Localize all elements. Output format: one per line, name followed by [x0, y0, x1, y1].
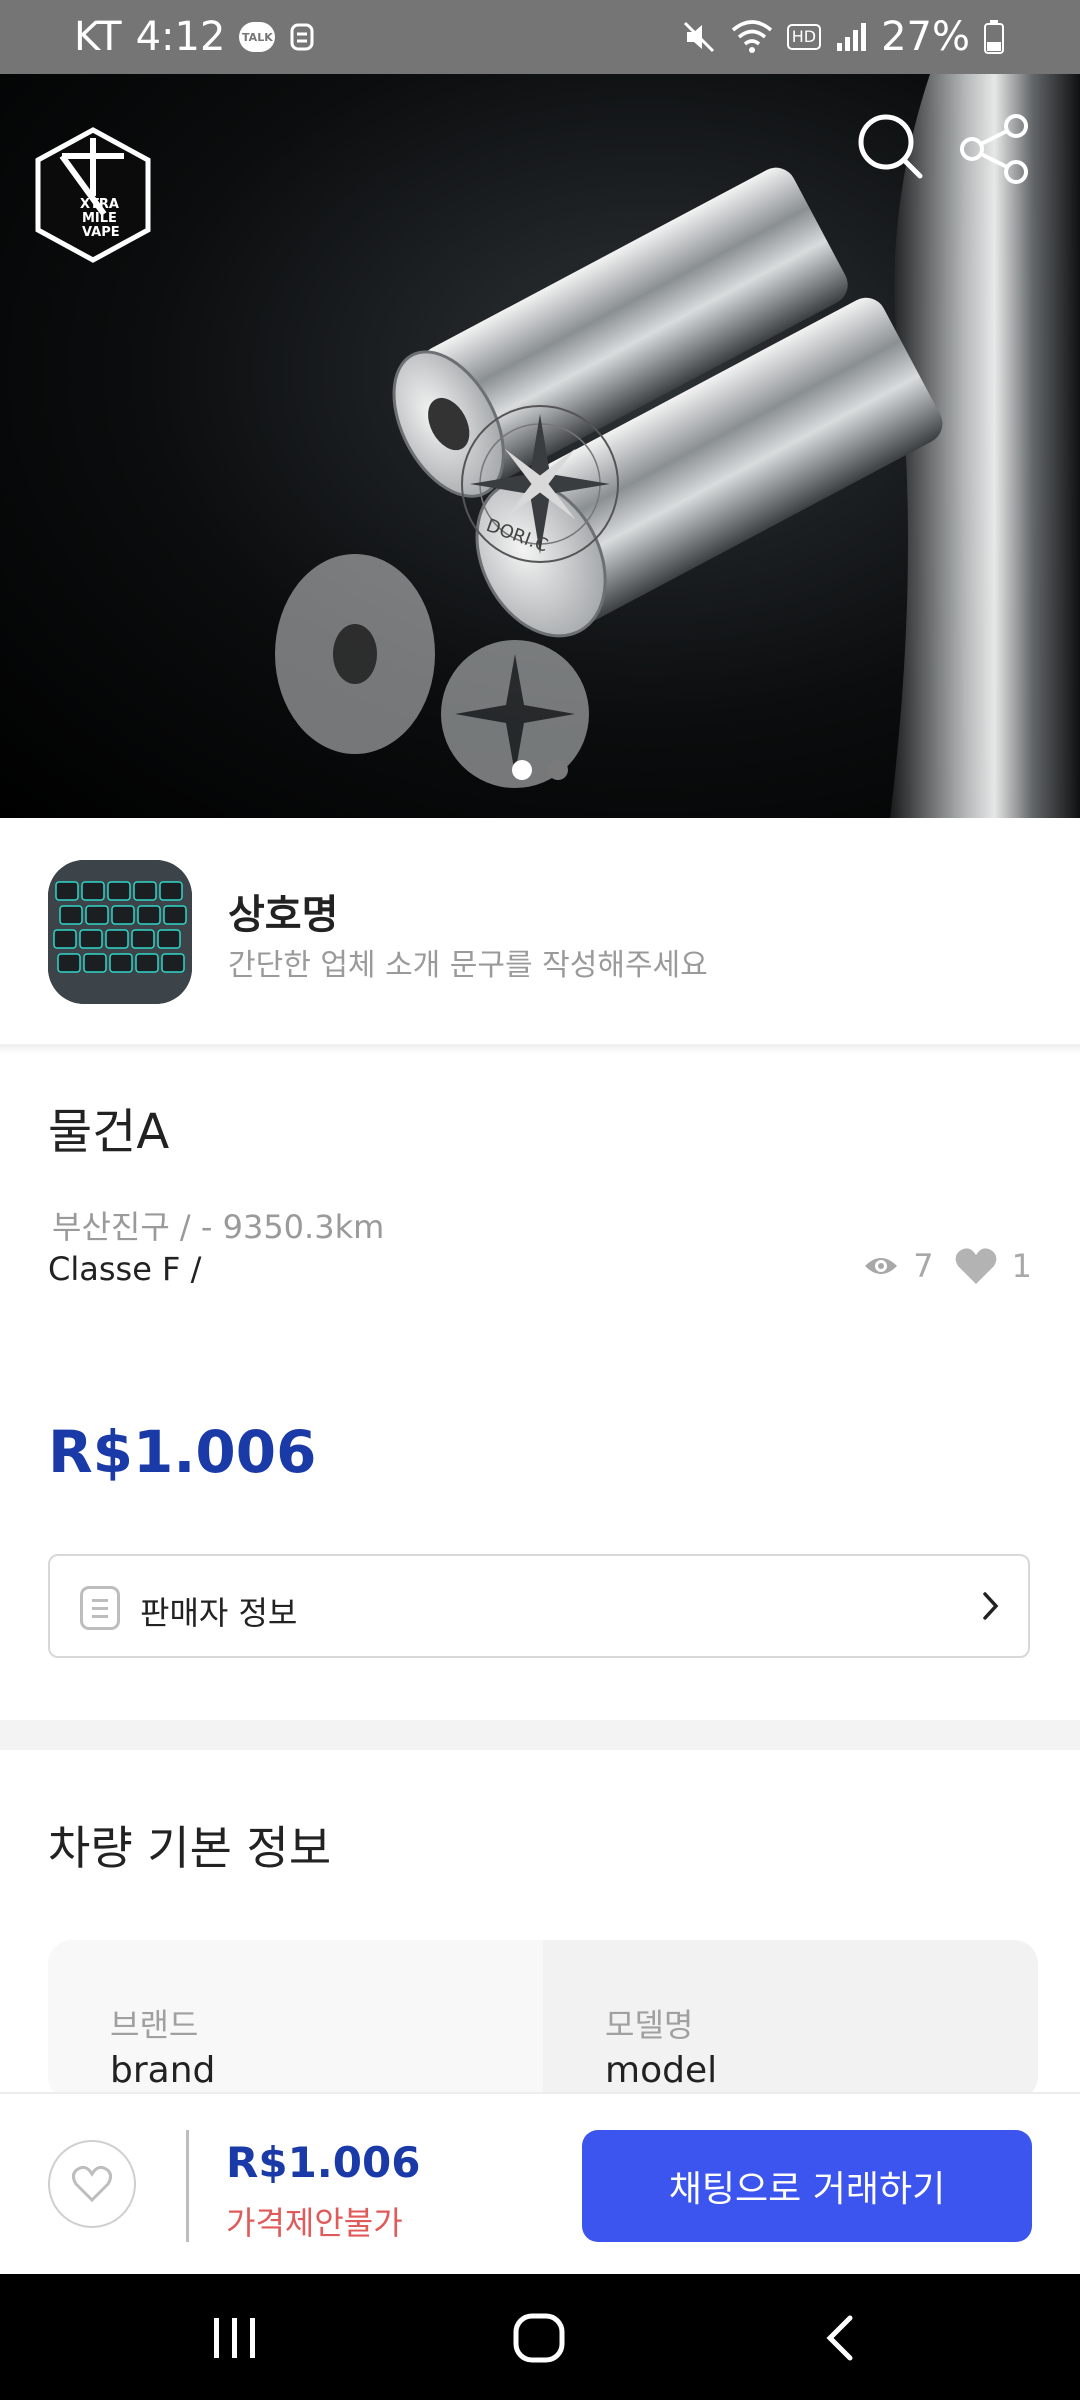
- carousel-dot-active[interactable]: [512, 760, 532, 780]
- signal-icon: [837, 23, 867, 51]
- store-description: 간단한 업체 소개 문구를 작성해주세요: [228, 948, 708, 983]
- negotiation-status: 가격제안불가: [226, 2204, 403, 2242]
- product-image-carousel[interactable]: DORI.C XTRA MILE VAPE: [0, 74, 1080, 818]
- chevron-right-icon: [983, 1592, 999, 1620]
- heart-outline-icon: [71, 2165, 113, 2203]
- eye-icon: [865, 1258, 898, 1274]
- system-navigation-bar: [0, 2274, 1080, 2400]
- wifi-icon: [731, 20, 772, 53]
- product-location: 부산진구 / - 9350.3km: [52, 1208, 385, 1246]
- bottom-price: R$1.006: [226, 2138, 421, 2187]
- divider: [186, 2130, 189, 2242]
- hd-voice-icon: HD: [786, 24, 822, 50]
- document-icon: [80, 1586, 120, 1630]
- product-photo: DORI.C: [275, 74, 1080, 818]
- carousel-indicator: [0, 760, 1080, 780]
- share-icon: [960, 114, 1028, 184]
- logo-text-line2: MILE: [82, 211, 117, 226]
- notification-app-icon: [290, 23, 314, 51]
- store-header[interactable]: 상호명 간단한 업체 소개 문구를 작성해주세요: [0, 818, 1080, 1045]
- battery-percent: 27%: [881, 14, 970, 60]
- search-button[interactable]: [856, 112, 926, 182]
- info-cell-brand: 브랜드 brand: [48, 1940, 543, 2100]
- heart-icon: [955, 1248, 997, 1284]
- divider: [0, 1044, 1080, 1054]
- recents-icon[interactable]: [210, 2316, 260, 2360]
- clock: 4:12: [135, 14, 226, 60]
- info-value: brand: [110, 2050, 216, 2091]
- info-label: 모델명: [605, 2006, 694, 2044]
- basic-info-card: 브랜드 brand 모델명 model: [48, 1940, 1038, 2100]
- info-label: 브랜드: [110, 2006, 199, 2044]
- product-price: R$1.006: [48, 1418, 317, 1486]
- carrier-label: KT: [74, 14, 122, 60]
- product-stats: 7 1: [863, 1246, 1032, 1286]
- like-count: 1: [1011, 1247, 1032, 1285]
- search-icon: [858, 114, 923, 179]
- store-name: 상호명: [228, 892, 339, 938]
- battery-icon: [984, 20, 1004, 54]
- back-icon[interactable]: [822, 2314, 858, 2362]
- seller-info-button[interactable]: 판매자 정보: [48, 1554, 1030, 1658]
- brand-logo[interactable]: XTRA MILE VAPE: [32, 126, 154, 266]
- chat-trade-button[interactable]: 채팅으로 거래하기: [582, 2130, 1032, 2242]
- share-button[interactable]: [958, 112, 1032, 186]
- basic-info-title: 차량 기본 정보: [48, 1821, 332, 1875]
- section-separator: [0, 1720, 1080, 1750]
- mute-icon: [683, 21, 714, 53]
- info-cell-model: 모델명 model: [543, 1940, 1038, 2100]
- info-value: model: [605, 2050, 718, 2091]
- logo-text-line1: XTRA: [80, 197, 119, 212]
- product-title: 물건A: [48, 1104, 170, 1160]
- logo-text-line3: VAPE: [82, 225, 120, 240]
- status-bar: KT 4:12 TALK HD 27%: [0, 0, 1080, 74]
- home-icon[interactable]: [512, 2312, 566, 2364]
- seller-info-label: 판매자 정보: [140, 1594, 298, 1632]
- kakaotalk-notification-icon: TALK: [239, 22, 276, 52]
- product-grade: Classe F /: [48, 1250, 202, 1288]
- carousel-dot[interactable]: [548, 760, 568, 780]
- like-button[interactable]: [48, 2140, 136, 2228]
- view-count: 7: [913, 1247, 934, 1285]
- bottom-action-bar: R$1.006 가격제안불가 채팅으로 거래하기: [0, 2092, 1080, 2276]
- store-avatar[interactable]: [48, 860, 192, 1004]
